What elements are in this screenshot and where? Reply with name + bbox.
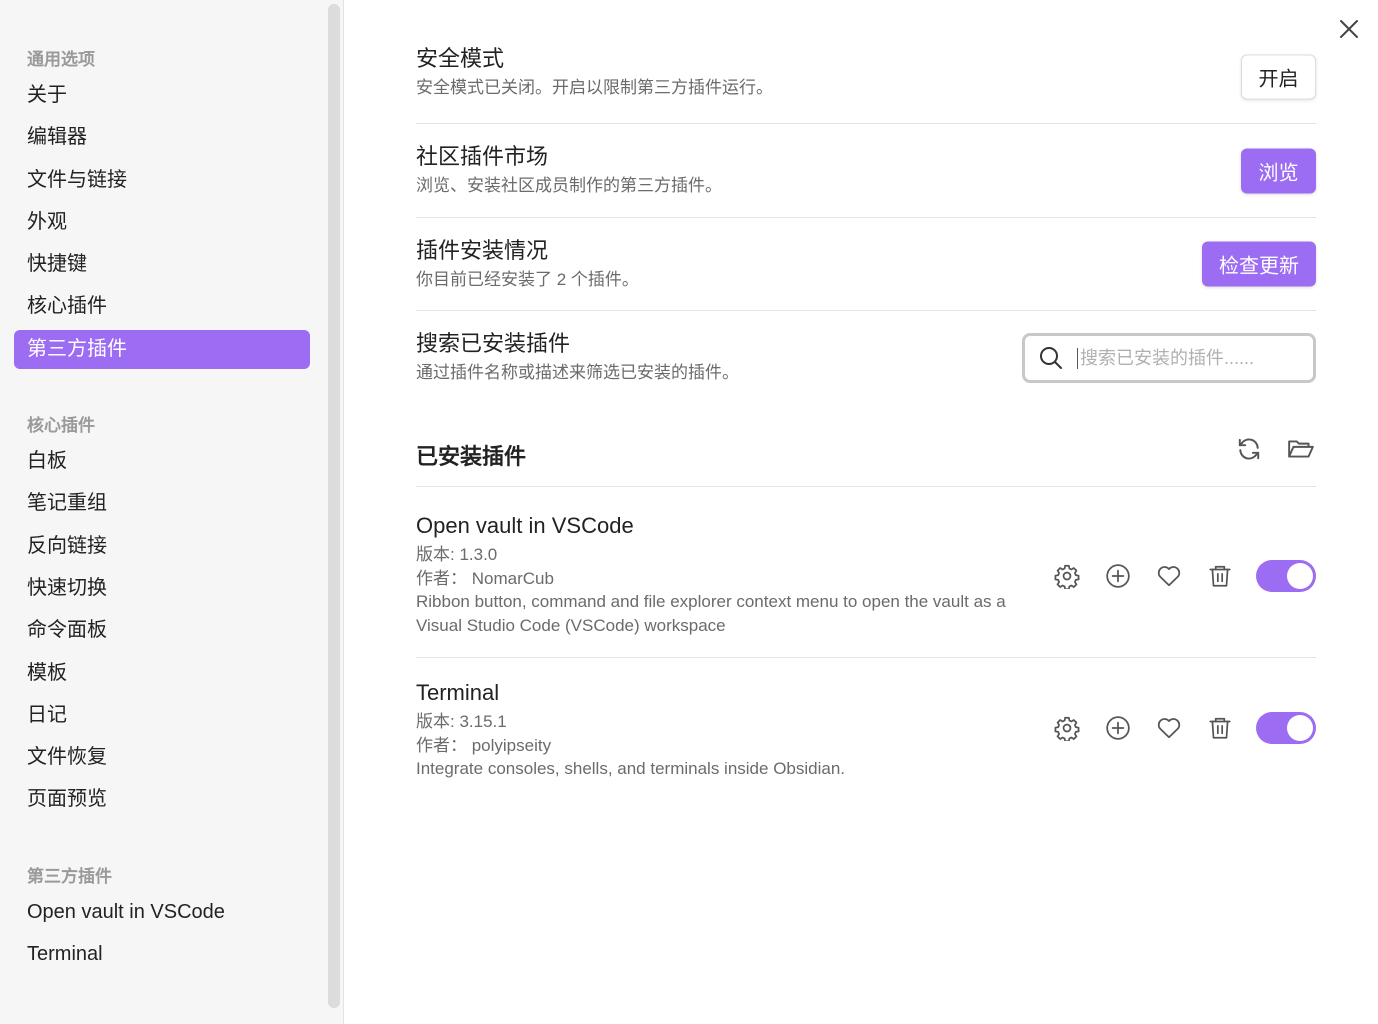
sidebar-item-plugin-terminal[interactable]: Terminal — [14, 935, 310, 974]
sidebar-item-note-composer[interactable]: 笔记重组 — [14, 484, 310, 523]
sidebar-item-community-plugins[interactable]: 第三方插件 — [14, 329, 310, 369]
search-installed-input[interactable] — [1077, 347, 1297, 369]
sidebar-item-plugin-vscode[interactable]: Open vault in VSCode — [14, 893, 310, 932]
setting-description: 你目前已经安装了 2 个插件。 — [416, 270, 639, 289]
sidebar-item-canvas[interactable]: 白板 — [14, 442, 310, 481]
sidebar-section-header-community: 第三方插件 — [27, 866, 112, 886]
reload-icon — [1238, 438, 1260, 460]
setting-name: 安全模式 — [416, 46, 505, 71]
search-icon — [1040, 347, 1062, 369]
safe-mode-toggle-button[interactable]: 开启 — [1241, 54, 1316, 99]
sidebar-item-about[interactable]: 关于 — [14, 76, 310, 115]
sidebar-section-header-core: 核心插件 — [27, 416, 95, 436]
sidebar-item-files-links[interactable]: 文件与链接 — [14, 161, 310, 200]
sidebar-scrollbar-thumb[interactable] — [328, 4, 340, 1008]
setting-search-installed: 搜索已安装插件 通过插件名称或描述来筛选已安装的插件。 — [416, 311, 1316, 405]
plugin-item-vscode: Open vault in VSCode 版本: 1.3.0 作者： Nomar… — [416, 487, 1316, 658]
sidebar-item-command-palette[interactable]: 命令面板 — [14, 611, 310, 650]
plugin-name: Open vault in VSCode — [416, 513, 634, 538]
sidebar-item-quick-switcher[interactable]: 快速切换 — [14, 569, 310, 608]
close-button[interactable] — [1334, 14, 1364, 44]
sidebar-item-core-plugins[interactable]: 核心插件 — [14, 287, 310, 326]
folder-open-icon — [1288, 440, 1314, 458]
setting-safe-mode: 安全模式 安全模式已关闭。开启以限制第三方插件运行。 开启 — [416, 44, 1316, 124]
trash-icon — [1209, 565, 1231, 587]
setting-name: 社区插件市场 — [416, 144, 549, 169]
plugin-name: Terminal — [416, 680, 500, 705]
trash-icon — [1209, 717, 1231, 739]
toggle-knob — [1287, 563, 1313, 589]
plus-circle-icon — [1106, 564, 1130, 588]
sidebar-nav: 通用选项 关于 编辑器 文件与链接 外观 快捷键 核心插件 第三方插件 核心插件… — [14, 0, 310, 1024]
installed-plugins-title: 已安装插件 — [416, 444, 527, 469]
check-updates-button[interactable]: 检查更新 — [1202, 241, 1316, 287]
toggle-knob — [1287, 715, 1313, 741]
plus-circle-icon — [1106, 716, 1130, 740]
setting-plugin-status: 插件安装情况 你目前已经安装了 2 个插件。 检查更新 — [416, 218, 1316, 311]
settings-window: 通用选项 关于 编辑器 文件与链接 外观 快捷键 核心插件 第三方插件 核心插件… — [0, 0, 1378, 1024]
search-box — [1022, 333, 1316, 383]
sidebar-item-templates[interactable]: 模板 — [14, 654, 310, 693]
settings-sidebar: 通用选项 关于 编辑器 文件与链接 外观 快捷键 核心插件 第三方插件 核心插件… — [0, 0, 344, 1024]
gear-icon — [1054, 564, 1080, 589]
plugin-settings-button[interactable] — [1052, 561, 1082, 591]
plugin-uninstall-button[interactable] — [1205, 561, 1235, 591]
heart-icon — [1157, 718, 1181, 739]
plugin-hotkeys-button[interactable] — [1103, 713, 1133, 743]
sidebar-scrollbar[interactable] — [328, 4, 340, 1008]
plugin-favorite-button[interactable] — [1154, 561, 1184, 591]
gear-icon — [1054, 716, 1080, 741]
browse-button[interactable]: 浏览 — [1241, 148, 1316, 193]
sidebar-item-page-preview[interactable]: 页面预览 — [14, 780, 310, 819]
open-plugins-folder-button[interactable] — [1286, 434, 1316, 464]
sidebar-item-daily-notes[interactable]: 日记 — [14, 696, 310, 735]
plugin-item-terminal: Terminal 版本: 3.15.1 作者： polyipseity Inte… — [416, 658, 1316, 798]
plugin-enable-toggle[interactable] — [1256, 712, 1316, 744]
heart-icon — [1157, 566, 1181, 587]
sidebar-item-file-recovery[interactable]: 文件恢复 — [14, 738, 310, 777]
sidebar-item-appearance[interactable]: 外观 — [14, 203, 310, 242]
setting-community-plugins: 社区插件市场 浏览、安装社区成员制作的第三方插件。 浏览 — [416, 124, 1316, 218]
sidebar-item-editor[interactable]: 编辑器 — [14, 118, 310, 157]
plugin-description: Integrate consoles, shells, and terminal… — [416, 759, 846, 778]
reload-plugins-button[interactable] — [1234, 434, 1264, 464]
settings-content: 安全模式 安全模式已关闭。开启以限制第三方插件运行。 开启 社区插件市场 浏览、… — [344, 0, 1378, 1024]
sidebar-item-hotkeys[interactable]: 快捷键 — [14, 245, 310, 284]
installed-plugins-header: 已安装插件 — [416, 405, 1316, 487]
plugin-settings-button[interactable] — [1052, 713, 1082, 743]
close-icon — [1340, 20, 1358, 38]
setting-description: 浏览、安装社区成员制作的第三方插件。 — [416, 176, 722, 195]
plugin-favorite-button[interactable] — [1154, 713, 1184, 743]
sidebar-section-header-general: 通用选项 — [27, 50, 95, 69]
plugin-description: Ribbon button, command and file explorer… — [416, 592, 1006, 635]
plugin-enable-toggle[interactable] — [1256, 560, 1316, 592]
plugin-uninstall-button[interactable] — [1205, 713, 1235, 743]
plugin-hotkeys-button[interactable] — [1103, 561, 1133, 591]
setting-name: 插件安装情况 — [416, 238, 549, 263]
sidebar-item-backlinks[interactable]: 反向链接 — [14, 527, 310, 566]
setting-description: 安全模式已关闭。开启以限制第三方插件运行。 — [416, 78, 773, 97]
